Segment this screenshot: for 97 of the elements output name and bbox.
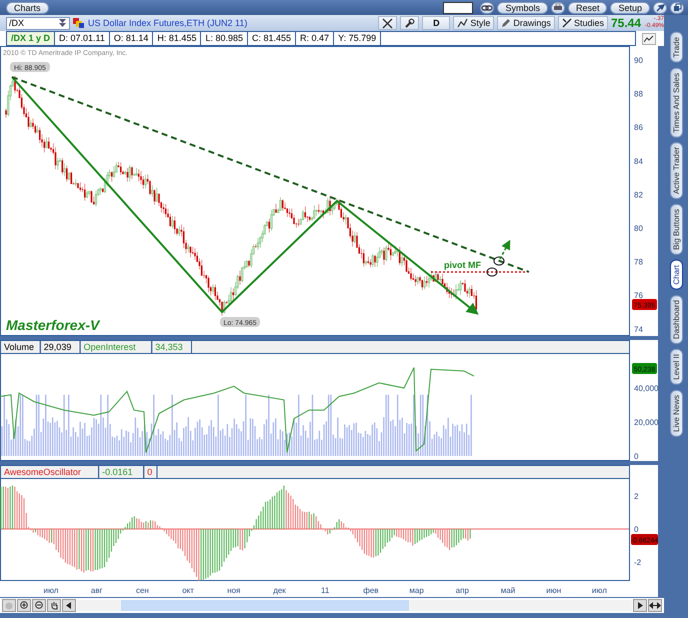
side-tab[interactable]: Chart [670, 260, 682, 290]
link-icon [481, 4, 494, 12]
zoom-out-button[interactable] [32, 599, 46, 612]
axis-label: 0 [634, 525, 638, 534]
symbols-button[interactable]: Symbols [497, 2, 548, 14]
symbol-field[interactable]: /DX [6, 16, 70, 30]
info-cell: Y: 75.799 [334, 32, 382, 45]
squares-icon [73, 18, 85, 28]
month-label: окт [182, 586, 194, 595]
pivot-label: pivot MF [444, 260, 481, 270]
link-button[interactable] [480, 2, 494, 14]
hand-icon [50, 601, 58, 610]
studies-button[interactable]: Studies [558, 16, 608, 30]
axis-label: 2 [634, 492, 638, 501]
wrench-button[interactable] [400, 16, 420, 30]
month-label: мар [409, 586, 424, 595]
month-label: май [500, 586, 516, 595]
info-cell: R: 0.47 [296, 32, 334, 45]
month-label: ноя [227, 586, 240, 595]
circle-icon [5, 602, 13, 610]
style-button[interactable]: Style [453, 16, 494, 30]
volume-header-label: OpenInterest [84, 342, 136, 352]
side-tab[interactable]: Active Trader [670, 142, 682, 200]
zoom-in-icon [20, 601, 28, 610]
side-tab[interactable]: Dashboard [670, 294, 682, 344]
zoom-in-button[interactable] [17, 599, 31, 612]
axis-label: 90 [634, 56, 643, 65]
window-icon [672, 3, 682, 12]
pin-button[interactable] [653, 2, 667, 14]
month-label: авг [90, 586, 102, 595]
month-label: фев [363, 586, 379, 595]
info-cell: H: 81.455 [153, 32, 202, 45]
axis-label: 76 [634, 291, 643, 300]
pan-button[interactable] [47, 599, 61, 612]
month-label: апр [456, 586, 469, 595]
month-label: июл [44, 586, 58, 595]
dropdown-icon [58, 18, 67, 28]
volume-header-label: 29,039 [44, 342, 72, 352]
axis-label: 88 [634, 90, 643, 99]
chart-icon [644, 34, 654, 42]
color-swatch[interactable] [443, 2, 474, 14]
month-label: сен [136, 586, 149, 595]
info-cell: C: 81.455 [248, 32, 296, 45]
pencil-icon [501, 18, 512, 28]
setup-button[interactable]: Setup [610, 2, 650, 14]
axis-label: 0 [634, 452, 638, 461]
fit-button[interactable] [648, 599, 662, 612]
scroll-right-button[interactable] [633, 599, 647, 612]
axis-label: 74 [634, 324, 643, 334]
left-arrow-icon [66, 602, 72, 609]
side-tab[interactable]: Trade [670, 32, 682, 63]
last-price: 75.44 [610, 16, 641, 30]
info-cell: /DX 1 y D [7, 32, 56, 45]
chart-caption: Masterforex-V [6, 317, 100, 333]
volume-header-label: Volume [4, 342, 34, 352]
info-cell: D: 07.01.11 [55, 32, 110, 45]
charts-tab[interactable]: Charts [6, 2, 49, 14]
volume-header-label: 34,353 [155, 342, 183, 352]
info-cell: O: 81.14 [110, 32, 154, 45]
axis-label: 78 [634, 258, 643, 267]
symbol-description-link[interactable]: US Dollar Index Futures,ETH (JUN2 11) [88, 18, 248, 28]
oscillator-header-label: 0 [147, 467, 152, 477]
month-label: дек [273, 586, 286, 595]
side-tab[interactable]: Live News [670, 390, 682, 437]
aggregation-button[interactable]: D [422, 16, 450, 30]
axis-label: 80 [634, 224, 643, 233]
side-tab[interactable]: Big Buttons [670, 204, 682, 256]
print-button[interactable] [550, 2, 565, 14]
side-tab[interactable]: Level II [670, 349, 682, 385]
oscillator-header-label: -0.0161 [102, 467, 133, 477]
month-label: июл [592, 586, 607, 595]
month-label: 11 [321, 586, 330, 595]
oscillator-header-label: AwesomeOscillator [4, 467, 81, 477]
circle-mark [486, 268, 498, 276]
double-arrow-icon [649, 602, 661, 609]
axis-label: 86 [634, 123, 643, 132]
printer-icon [552, 3, 563, 12]
axis-label: -2 [634, 558, 642, 567]
scrollbar-thumb[interactable] [121, 600, 409, 611]
side-tab[interactable]: Times And Sales [670, 68, 682, 138]
info-cell: L: 80.985 [201, 32, 248, 45]
axis-label: 84 [634, 156, 643, 166]
right-arrow-icon [637, 602, 643, 609]
axis-label: 82 [634, 190, 643, 200]
drawings-button[interactable]: Drawings [497, 16, 555, 30]
detach-button[interactable] [670, 2, 684, 14]
axis-label: 20,000 [634, 418, 658, 427]
tools-button[interactable] [378, 16, 398, 30]
chart-settings-button[interactable] [642, 32, 656, 44]
zoom-out-icon [34, 601, 44, 610]
up-arrow [499, 240, 510, 260]
month-label: июн [546, 586, 562, 595]
scroll-left-button[interactable] [62, 599, 76, 612]
line-chart-icon [457, 18, 468, 28]
axis-label: 40,000 [634, 384, 658, 393]
circle-mark [494, 256, 504, 266]
reset-button[interactable]: Reset [568, 2, 608, 14]
